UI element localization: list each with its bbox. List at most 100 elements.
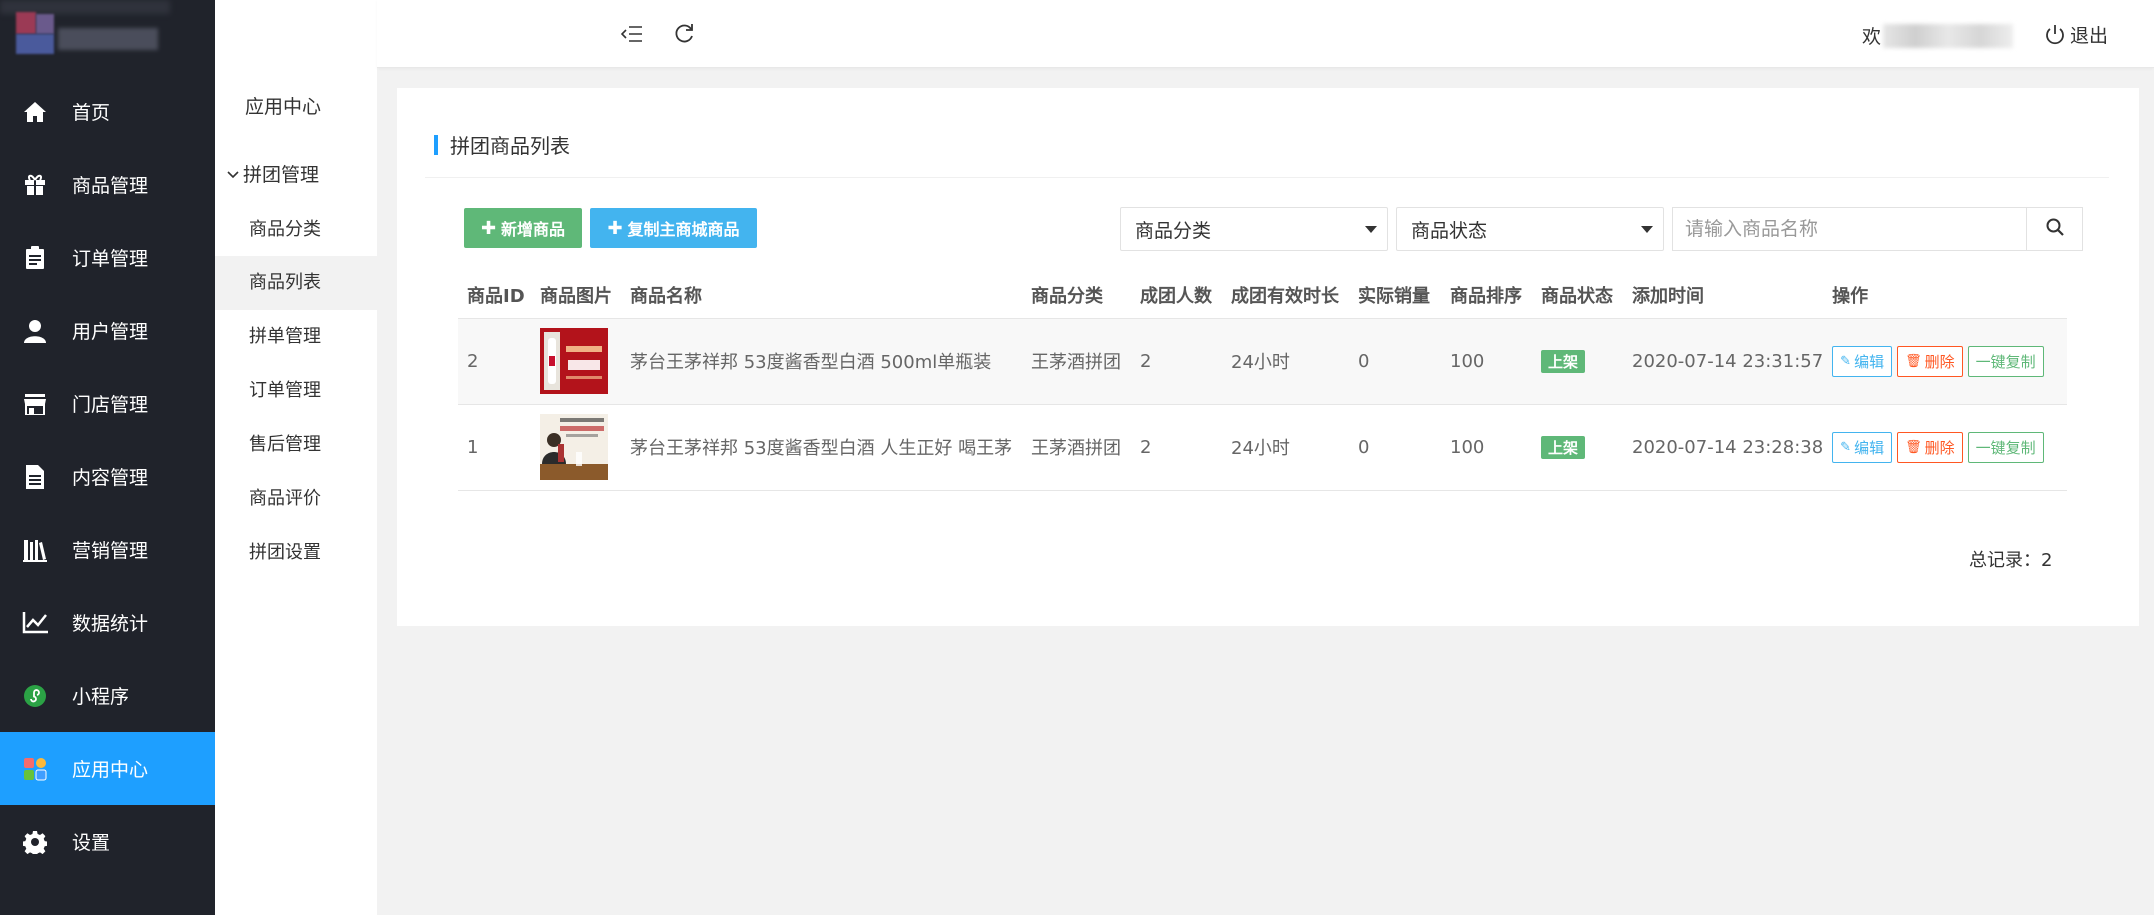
cell-group-size: 2 [1131, 404, 1222, 491]
cell-ops: ✎ 编辑 🗑 删除 一键复制 [1823, 404, 2067, 491]
goods-name-search-input[interactable] [1672, 207, 2026, 251]
sidebar-item-label: 应用中心 [72, 759, 149, 781]
apps-icon [22, 756, 48, 782]
sidebar-item-mini-program[interactable]: 小程序 [0, 659, 215, 732]
cell-time: 2020-07-14 23:28:38 [1623, 404, 1824, 491]
cell-time: 2020-07-14 23:31:57 [1623, 318, 1824, 405]
sidebar-item-label: 门店管理 [72, 394, 149, 416]
cell-image[interactable] [531, 404, 621, 491]
subnav-item-after-sales[interactable]: 售后管理 [215, 418, 377, 472]
cell-sales: 0 [1349, 404, 1441, 491]
document-icon [22, 464, 48, 490]
gift-icon [22, 172, 48, 198]
cell-image[interactable] [531, 318, 621, 405]
table-header-row: 商品ID 商品图片 商品名称 商品分类 成团人数 成团有效时长 实际销量 商品排… [458, 272, 2067, 319]
trash-icon: 🗑 [1905, 439, 1922, 455]
edit-label: 编辑 [1854, 352, 1885, 371]
main-nav: 首页 商品管理 订单管理 用户管理 门店管理 内容管理 营销管理 数据统计 小程… [0, 75, 215, 878]
cell-sort: 100 [1441, 404, 1532, 491]
col-header: 商品排序 [1441, 272, 1532, 319]
subnav-item-orders[interactable]: 订单管理 [215, 364, 377, 418]
user-icon [22, 318, 48, 344]
one-click-copy-button[interactable]: 一键复制 [1967, 345, 2044, 377]
page-title: 拼团商品列表 [434, 130, 570, 159]
sidebar-item-app-center[interactable]: 应用中心 [0, 732, 215, 805]
copy-main-goods-button[interactable]: ✚ 复制主商城商品 [590, 208, 757, 248]
delete-button[interactable]: 🗑 删除 [1897, 431, 1963, 463]
plus-icon: ✚ [480, 217, 497, 239]
copy-label: 一键复制 [1975, 352, 2036, 371]
sidebar-item-label: 营销管理 [72, 540, 149, 562]
product-thumbnail[interactable] [540, 414, 608, 480]
subnav-item-group-settings[interactable]: 拼团设置 [215, 526, 377, 580]
add-goods-button[interactable]: ✚ 新增商品 [464, 208, 582, 248]
sidebar-item-label: 首页 [72, 102, 111, 124]
logo [0, 0, 215, 75]
pencil-icon: ✎ [1840, 353, 1852, 369]
product-thumbnail[interactable] [540, 328, 608, 394]
sidebar-item-label: 商品管理 [72, 175, 149, 197]
sidebar-item-stores[interactable]: 门店管理 [0, 367, 215, 440]
pencil-icon: ✎ [1840, 439, 1852, 455]
page-title-text: 拼团商品列表 [450, 134, 570, 158]
cell-status: 上架 [1532, 404, 1623, 491]
caret-down-icon [1641, 226, 1653, 233]
goods-list-card: 拼团商品列表 ✚ 新增商品 ✚ 复制主商城商品 商品分类 商品状态 商品ID 商… [397, 88, 2139, 626]
col-header: 商品状态 [1532, 272, 1623, 319]
sidebar-item-label: 用户管理 [72, 321, 149, 343]
top-header: 欢 退出 [377, 0, 2154, 68]
delete-label: 删除 [1924, 438, 1955, 457]
col-header: 商品分类 [1022, 272, 1131, 319]
logout-button[interactable]: 退出 [2044, 21, 2108, 48]
edit-button[interactable]: ✎ 编辑 [1832, 431, 1893, 463]
sidebar-item-statistics[interactable]: 数据统计 [0, 586, 215, 659]
delete-button[interactable]: 🗑 删除 [1897, 345, 1963, 377]
welcome-text: 欢 [1862, 26, 1882, 48]
cell-duration: 24小时 [1222, 318, 1349, 405]
store-icon [22, 391, 48, 417]
sidebar-item-label: 设置 [72, 832, 111, 854]
status-select-value: 商品状态 [1411, 219, 1488, 242]
copy-label: 一键复制 [1975, 438, 2036, 457]
edit-button[interactable]: ✎ 编辑 [1832, 345, 1893, 377]
col-header: 实际销量 [1349, 272, 1441, 319]
sidebar-item-home[interactable]: 首页 [0, 75, 215, 148]
subnav-item-category[interactable]: 商品分类 [215, 203, 377, 257]
total-records: 总记录：2 [1969, 550, 2053, 571]
category-select[interactable]: 商品分类 [1120, 207, 1388, 251]
cell-id: 2 [458, 318, 531, 405]
subnav-group-label: 拼团管理 [243, 164, 320, 186]
copy-main-goods-label: 复制主商城商品 [627, 220, 740, 239]
sidebar-item-marketing[interactable]: 营销管理 [0, 513, 215, 586]
subnav-item-group-orders[interactable]: 拼单管理 [215, 310, 377, 364]
cell-sort: 100 [1441, 318, 1532, 405]
welcome-user[interactable]: 欢 [1862, 22, 2014, 49]
sidebar-item-orders[interactable]: 订单管理 [0, 221, 215, 294]
sidebar-item-goods[interactable]: 商品管理 [0, 148, 215, 221]
cell-duration: 24小时 [1222, 404, 1349, 491]
col-header: 成团人数 [1131, 272, 1222, 319]
search-icon [2046, 218, 2064, 241]
subnav-item-reviews[interactable]: 商品评价 [215, 472, 377, 526]
refresh-icon[interactable] [670, 20, 698, 48]
edit-label: 编辑 [1854, 438, 1885, 457]
col-header: 添加时间 [1623, 272, 1824, 319]
sidebar-item-content[interactable]: 内容管理 [0, 440, 215, 513]
subnav-group-toggle[interactable]: 拼团管理 [227, 160, 319, 187]
status-select[interactable]: 商品状态 [1396, 207, 1664, 251]
username-blurred [1883, 23, 2014, 48]
logout-label: 退出 [2070, 25, 2109, 47]
search-button[interactable] [2026, 207, 2083, 251]
sidebar-item-settings[interactable]: 设置 [0, 805, 215, 878]
one-click-copy-button[interactable]: 一键复制 [1967, 431, 2044, 463]
cell-category: 王茅酒拼团 [1022, 318, 1131, 405]
col-header: 商品名称 [621, 272, 1022, 319]
subnav-title: 应用中心 [245, 96, 322, 118]
menu-fold-icon[interactable] [618, 20, 646, 48]
trash-icon: 🗑 [1905, 353, 1922, 369]
cell-name: 茅台王茅祥邦 53度酱香型白酒 500ml单瓶装 [621, 318, 1022, 405]
sidebar-item-users[interactable]: 用户管理 [0, 294, 215, 367]
subnav-item-goods-list[interactable]: 商品列表 [215, 256, 377, 310]
sidebar-item-label: 小程序 [72, 686, 130, 708]
sidebar-item-label: 订单管理 [72, 248, 149, 270]
